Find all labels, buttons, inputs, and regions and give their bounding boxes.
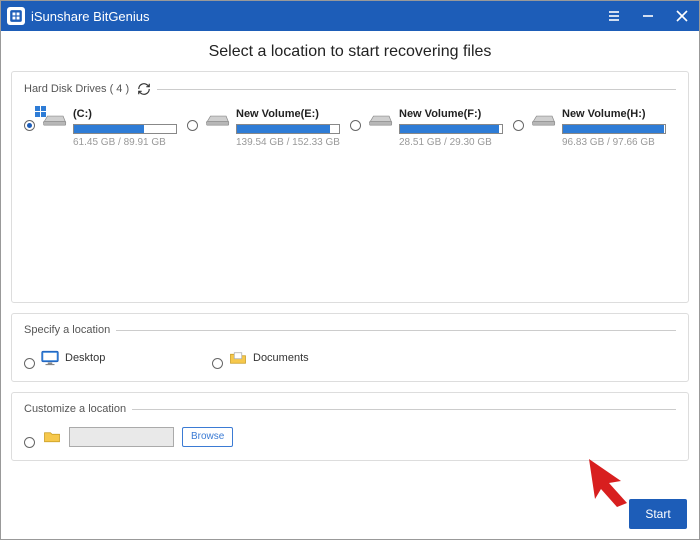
drive-radio[interactable] [24,120,35,131]
drive-list: (C:) 61.45 GB / 89.91 GB New Volume(E:) … [24,104,676,148]
usage-bar [73,124,177,134]
drive-radio[interactable] [350,120,361,131]
browse-button[interactable]: Browse [182,427,233,447]
drive-usage-text: 28.51 GB / 29.30 GB [399,137,503,148]
drive-radio[interactable] [513,120,524,131]
usage-bar [562,124,666,134]
drive-usage-text: 61.45 GB / 89.91 GB [73,137,177,148]
usage-bar [236,124,340,134]
drive-name: New Volume(E:) [236,108,340,120]
drive-item-e[interactable]: New Volume(E:) 139.54 GB / 152.33 GB [187,108,350,148]
divider [132,409,676,410]
drive-usage-text: 96.83 GB / 97.66 GB [562,137,666,148]
location-label: Desktop [65,352,105,364]
folder-icon [43,429,61,444]
drive-item-c[interactable]: (C:) 61.45 GB / 89.91 GB [24,108,187,148]
refresh-icon[interactable] [137,82,151,96]
minimize-button[interactable] [631,1,665,31]
close-button[interactable] [665,1,699,31]
usage-fill [237,125,330,133]
hdd-icon [204,112,230,128]
page-heading: Select a location to start recovering fi… [11,43,689,61]
specify-location-panel: Specify a location Desktop Documents [11,313,689,382]
desktop-icon [41,350,59,366]
location-radio[interactable] [212,358,223,369]
drive-name: New Volume(F:) [399,108,503,120]
location-documents[interactable]: Documents [212,346,392,369]
divider [116,330,676,331]
custom-location-radio[interactable] [24,437,35,448]
usage-fill [74,125,144,133]
customize-section-label: Customize a location [24,403,126,415]
drive-item-f[interactable]: New Volume(F:) 28.51 GB / 29.30 GB [350,108,513,148]
location-label: Documents [253,352,309,364]
usage-bar [399,124,503,134]
drive-radio[interactable] [187,120,198,131]
drive-usage-text: 139.54 GB / 152.33 GB [236,137,340,148]
windows-icon [35,106,47,118]
window-body: Select a location to start recovering fi… [1,31,699,539]
location-desktop[interactable]: Desktop [24,346,204,369]
app-icon [7,7,25,25]
app-window: iSunshare BitGenius Select a location to… [0,0,700,540]
menu-button[interactable] [597,1,631,31]
specify-section-label: Specify a location [24,324,110,336]
hard-disk-panel: Hard Disk Drives ( 4 ) (C:) 61.45 GB / 8… [11,71,689,303]
app-title: iSunshare BitGenius [31,9,150,24]
hdd-section-label: Hard Disk Drives ( 4 ) [24,83,129,95]
location-radio[interactable] [24,358,35,369]
custom-path-input[interactable] [69,427,174,447]
drive-item-h[interactable]: New Volume(H:) 96.83 GB / 97.66 GB [513,108,676,148]
divider [157,89,676,90]
usage-fill [563,125,664,133]
documents-icon [229,350,247,366]
drive-name: (C:) [73,108,177,120]
hdd-icon [367,112,393,128]
drive-name: New Volume(H:) [562,108,666,120]
customize-location-panel: Customize a location Browse [11,392,689,461]
usage-fill [400,125,499,133]
title-bar: iSunshare BitGenius [1,1,699,31]
hdd-icon [530,112,556,128]
start-button[interactable]: Start [629,499,687,529]
